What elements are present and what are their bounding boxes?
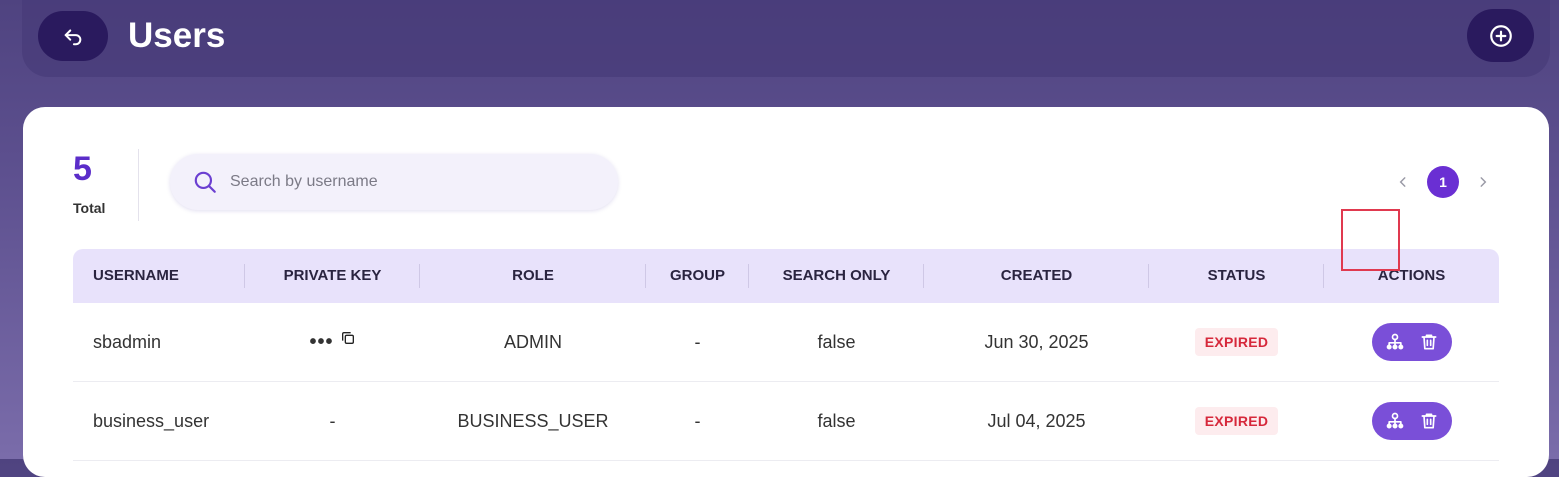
total-count: 5 bbox=[73, 150, 92, 188]
trash-icon[interactable] bbox=[1419, 411, 1439, 431]
search-input[interactable] bbox=[228, 166, 592, 198]
table-row: sbadmin ••• ADMIN - false Jun 30, 2025 E… bbox=[73, 303, 1499, 382]
pagination: 1 bbox=[1391, 165, 1501, 199]
cell-search-only: false bbox=[817, 410, 856, 431]
column-header-group[interactable]: GROUP bbox=[646, 249, 749, 303]
page-title: Users bbox=[128, 16, 226, 55]
hierarchy-icon[interactable] bbox=[1385, 332, 1405, 352]
back-button[interactable] bbox=[38, 11, 108, 61]
column-header-username[interactable]: USERNAME bbox=[73, 249, 245, 303]
total-label: Total bbox=[73, 200, 106, 216]
cell-created: Jun 30, 2025 bbox=[984, 331, 1089, 352]
table-row: business_user - BUSINESS_USER - false Ju… bbox=[73, 382, 1499, 461]
cell-role: ADMIN bbox=[504, 331, 562, 352]
cell-username: business_user bbox=[93, 410, 210, 431]
column-header-actions: ACTIONS bbox=[1377, 267, 1446, 284]
cell-status: EXPIRED bbox=[1149, 382, 1324, 460]
cell-private-key: ••• bbox=[245, 303, 420, 381]
hierarchy-icon[interactable] bbox=[1385, 411, 1405, 431]
actions-group bbox=[1371, 402, 1452, 440]
plus-circle-icon bbox=[1488, 23, 1514, 49]
chevron-left-icon[interactable] bbox=[1391, 170, 1415, 194]
cell-username: sbadmin bbox=[93, 331, 162, 352]
cell-created: Jul 04, 2025 bbox=[987, 410, 1086, 431]
table-header: USERNAME PRIVATE KEY ROLE GROUP SEARCH O… bbox=[73, 249, 1499, 303]
status-badge: EXPIRED bbox=[1194, 407, 1279, 435]
users-table: USERNAME PRIVATE KEY ROLE GROUP SEARCH O… bbox=[73, 249, 1499, 461]
column-header-status[interactable]: STATUS bbox=[1149, 249, 1324, 303]
status-badge: EXPIRED bbox=[1194, 328, 1279, 356]
cell-search-only: false bbox=[817, 331, 856, 352]
trash-icon[interactable] bbox=[1419, 332, 1439, 352]
back-arrow-icon bbox=[62, 25, 84, 47]
cell-role: BUSINESS_USER bbox=[457, 410, 609, 431]
column-header-private-key[interactable]: PRIVATE KEY bbox=[245, 249, 420, 303]
cell-status: EXPIRED bbox=[1149, 303, 1324, 381]
cell-private-key: - bbox=[329, 410, 336, 431]
page-button-current[interactable]: 1 bbox=[1427, 166, 1459, 198]
column-header-role[interactable]: ROLE bbox=[420, 249, 646, 303]
cell-group: - bbox=[694, 410, 701, 431]
users-card: 5 Total 1 USERNAME PRIVATE KEY ROLE GROU… bbox=[23, 107, 1549, 477]
cell-actions bbox=[1324, 303, 1499, 381]
copy-icon[interactable] bbox=[340, 330, 356, 346]
column-header-created[interactable]: CREATED bbox=[924, 249, 1149, 303]
cell-actions bbox=[1324, 382, 1499, 460]
actions-group bbox=[1371, 323, 1452, 361]
column-header-search-only[interactable]: SEARCH ONLY bbox=[749, 249, 924, 303]
top-bar: Users bbox=[22, 0, 1550, 77]
private-key-mask: ••• bbox=[309, 330, 334, 353]
search-box[interactable] bbox=[170, 154, 618, 210]
total-summary: 5 Total bbox=[73, 149, 139, 221]
cell-group: - bbox=[694, 331, 701, 352]
chevron-right-icon[interactable] bbox=[1471, 170, 1495, 194]
add-user-button[interactable] bbox=[1467, 9, 1534, 62]
search-icon bbox=[192, 169, 218, 195]
